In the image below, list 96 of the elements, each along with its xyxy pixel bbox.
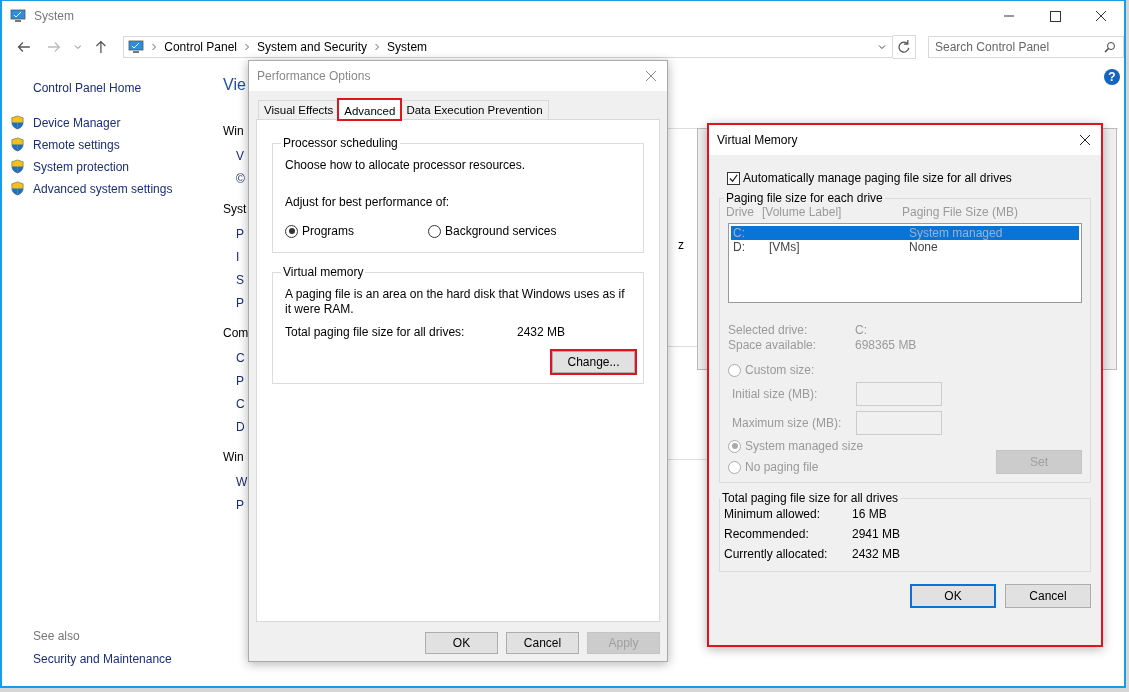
close-icon[interactable] [1079,134,1091,146]
list-item: D [236,419,246,435]
column-header: Drive [726,205,755,219]
chevron-icon [373,43,382,51]
section-heading: Win [223,449,245,465]
radio-button[interactable] [285,224,298,238]
sidebar-link[interactable]: Security and Maintenance [33,652,217,666]
checkbox-label: Automatically manage paging file size for all drives [743,171,1012,185]
field-label: Maximum size (MB): [732,416,843,430]
description-text: A paging file is an area on the hard disk that Windows uses as if it were RAM. [285,287,626,317]
group-title: Virtual memory [282,265,365,279]
refresh-icon[interactable] [893,35,916,59]
page-text: z [678,238,684,252]
prompt-text: Adjust for best performance of: [285,195,451,210]
sidebar-link[interactable]: Remote settings [33,137,120,152]
monitor-icon [10,8,26,24]
chevron-icon [150,43,159,51]
back-arrow-icon[interactable] [16,39,32,55]
page-title: Vie [223,77,246,93]
dialog-title: Performance Options [257,69,372,83]
field-label: Initial size (MB): [732,387,819,401]
dialog-button[interactable]: OK [910,584,996,608]
tab[interactable]: Visual Effects [258,100,340,119]
field-value: 2941 MB [852,527,901,541]
monitor-icon [128,39,145,55]
shield-icon [10,115,25,130]
field-value: 698365 MB [855,338,917,353]
section-heading: Win [223,123,245,139]
shield-icon [10,181,25,196]
help-button[interactable]: ? [1104,69,1120,85]
tab[interactable]: Data Execution Prevention [400,100,549,119]
group-title: Paging file size for each drive [725,191,884,205]
dialog-title: Virtual Memory [717,133,799,147]
table-cell-text: System managed [909,226,1004,240]
breadcrumb-item[interactable]: Control Panel [164,40,237,54]
list-item: P [236,226,245,242]
field-label: Minimum allowed: [724,507,822,521]
column-header: [Volume Label] [762,205,843,219]
field-label: Recommended: [724,527,810,541]
radio-label: Background services [445,224,557,238]
field-value: 16 MB [852,507,887,521]
field-label: Space available: [728,338,818,353]
section-heading: Syst [223,201,246,217]
list-item: W [236,474,246,490]
sidebar-link[interactable]: Device Manager [33,115,121,130]
list-item: P [236,295,245,311]
column-header: Paging File Size (MB) [902,205,1020,219]
breadcrumb-item[interactable]: System [387,40,428,54]
dropdown-icon[interactable] [878,43,887,51]
sidebar-link[interactable]: System protection [33,159,130,174]
group-title: Total paging file size for all drives [721,491,900,505]
radio-button[interactable] [428,224,441,238]
list-item: C [236,350,246,366]
address-bar[interactable]: Control Panel System and Security System [123,36,894,58]
list-item: S [236,272,245,288]
sidebar-link[interactable]: Control Panel Home [33,81,217,95]
shield-icon [10,137,25,152]
section-heading: Com [223,325,246,341]
radio-label: Programs [302,224,354,238]
list-item: C [236,396,246,412]
radio-label: Custom size: [745,363,815,377]
list-item: © [236,171,246,187]
list-item: V [236,148,245,164]
search-icon[interactable] [1104,41,1116,53]
field-label: Selected drive: [728,323,809,338]
field-value: C: [855,323,867,338]
table-cell-text: None [909,240,939,254]
forward-arrow-icon[interactable] [45,39,62,55]
radio-label: System managed size [745,439,864,453]
shield-icon [10,159,25,174]
change-button[interactable]: Change... [552,351,635,373]
list-item: I [236,249,241,265]
table-cell-text: C: [733,226,746,240]
field-value: 2432 MB [517,325,566,339]
dialog-button[interactable]: Cancel [1005,584,1091,608]
tab[interactable]: Advanced [338,99,402,120]
caret-icon[interactable] [73,43,82,51]
dialog-button[interactable]: OK [425,632,498,654]
sidebar-link[interactable]: Advanced system settings [33,181,173,196]
field-label: Currently allocated: [724,547,829,561]
group-title: Processor scheduling [282,136,399,150]
search-field[interactable]: Search Control Panel [928,36,1124,58]
table-cell-text: D: [733,240,746,254]
description-text: Choose how to allocate processor resources. [285,158,527,173]
field-label: Total paging file size for all drives: [285,325,466,339]
table-cell-text: [VMs] [769,240,801,254]
dialog-button[interactable]: Cancel [506,632,579,654]
list-item: P [236,373,245,389]
radio-label: No paging file [745,460,819,474]
window-title: System [34,9,74,23]
section-label: See also [33,629,81,643]
list-item: P [236,497,245,513]
checkbox[interactable] [727,171,740,185]
field-value: 2432 MB [852,547,901,561]
breadcrumb-item[interactable]: System and Security [257,40,368,54]
chevron-icon [243,43,251,51]
